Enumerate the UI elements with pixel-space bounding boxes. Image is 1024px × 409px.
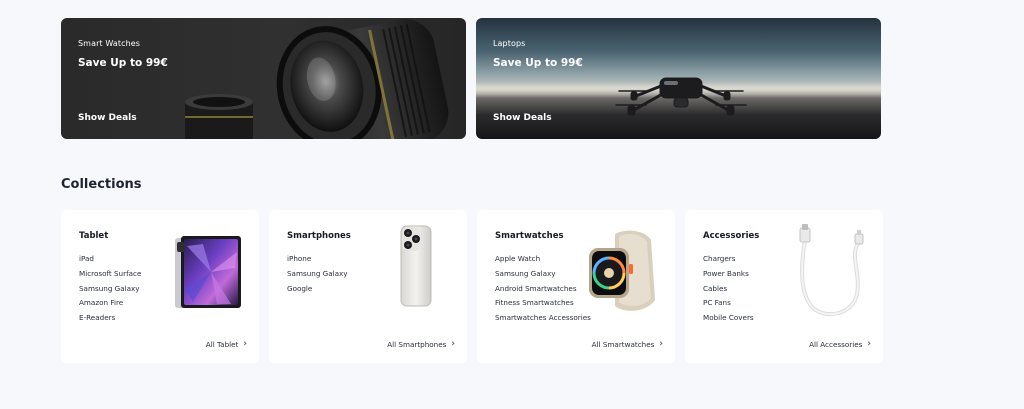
list-item[interactable]: Fitness Smartwatches: [495, 296, 591, 311]
list-item[interactable]: Samsung Galaxy: [79, 282, 141, 297]
promo-laptops[interactable]: Laptops Save Up to 99€ Show Deals: [476, 18, 881, 139]
list-item[interactable]: Android Smartwatches: [495, 282, 591, 297]
all-accessories-link[interactable]: All Accessories ›: [809, 339, 871, 350]
link-label: All Smartphones: [387, 340, 447, 349]
link-label: All Accessories: [809, 340, 863, 349]
chevron-right-icon: ›: [451, 339, 455, 349]
list-item[interactable]: Samsung Galaxy: [495, 267, 591, 282]
chevron-right-icon: ›: [243, 339, 247, 349]
collections-cards: Tablet iPad Microsoft Surface Samsung Ga…: [61, 210, 883, 363]
promo-banners: Smart Watches Save Up to 99€ Show Deals: [61, 18, 881, 139]
collection-card-tablet: Tablet iPad Microsoft Surface Samsung Ga…: [61, 210, 259, 363]
collection-card-smartphones: Smartphones iPhone Samsung Galaxy Google: [269, 210, 467, 363]
collection-title: Tablet: [79, 231, 109, 241]
list-item[interactable]: Amazon Fire: [79, 296, 141, 311]
collection-list: Chargers Power Banks Cables PC Fans Mobi…: [703, 252, 754, 326]
cable-image: [799, 224, 864, 317]
chevron-right-icon: ›: [659, 339, 663, 349]
collection-title: Accessories: [703, 231, 760, 241]
promo-category: Laptops: [493, 39, 526, 48]
list-item[interactable]: Cables: [703, 282, 754, 297]
all-tablet-link[interactable]: All Tablet ›: [205, 339, 247, 350]
promo-category: Smart Watches: [78, 39, 141, 48]
list-item[interactable]: PC Fans: [703, 296, 754, 311]
collection-card-accessories: Accessories Chargers Power Banks Cables …: [685, 210, 883, 363]
promo-smart-watches[interactable]: Smart Watches Save Up to 99€ Show Deals: [61, 18, 466, 139]
collection-list: Apple Watch Samsung Galaxy Android Smart…: [495, 252, 591, 326]
all-smartwatches-link[interactable]: All Smartwatches ›: [591, 339, 663, 350]
link-label: All Tablet: [205, 340, 239, 349]
chevron-right-icon: ›: [867, 339, 871, 349]
smartphone-image: [400, 225, 432, 307]
list-item[interactable]: Google: [287, 282, 348, 297]
collection-list: iPad Microsoft Surface Samsung Galaxy Am…: [79, 252, 141, 326]
list-item[interactable]: iPad: [79, 252, 141, 267]
promo-title: Save Up to 99€: [493, 57, 583, 69]
list-item[interactable]: Microsoft Surface: [79, 267, 141, 282]
smartwatch-image: [589, 230, 655, 311]
list-item[interactable]: Chargers: [703, 252, 754, 267]
collection-title: Smartwatches: [495, 231, 564, 241]
collections-heading: Collections: [61, 177, 142, 192]
list-item[interactable]: Apple Watch: [495, 252, 591, 267]
list-item[interactable]: iPhone: [287, 252, 348, 267]
list-item[interactable]: Samsung Galaxy: [287, 267, 348, 282]
collection-card-smartwatches: Smartwatches Apple Watch Samsung Galaxy …: [477, 210, 675, 363]
show-deals-link[interactable]: Show Deals: [78, 113, 137, 123]
collection-list: iPhone Samsung Galaxy Google: [287, 252, 348, 296]
list-item[interactable]: E-Readers: [79, 311, 141, 326]
collection-title: Smartphones: [287, 231, 351, 241]
list-item[interactable]: Smartwatches Accessories: [495, 311, 591, 326]
link-label: All Smartwatches: [591, 340, 655, 349]
show-deals-link[interactable]: Show Deals: [493, 113, 552, 123]
all-smartphones-link[interactable]: All Smartphones ›: [387, 339, 455, 350]
list-item[interactable]: Power Banks: [703, 267, 754, 282]
tablet-image: [175, 236, 241, 308]
promo-title: Save Up to 99€: [78, 57, 168, 69]
list-item[interactable]: Mobile Covers: [703, 311, 754, 326]
